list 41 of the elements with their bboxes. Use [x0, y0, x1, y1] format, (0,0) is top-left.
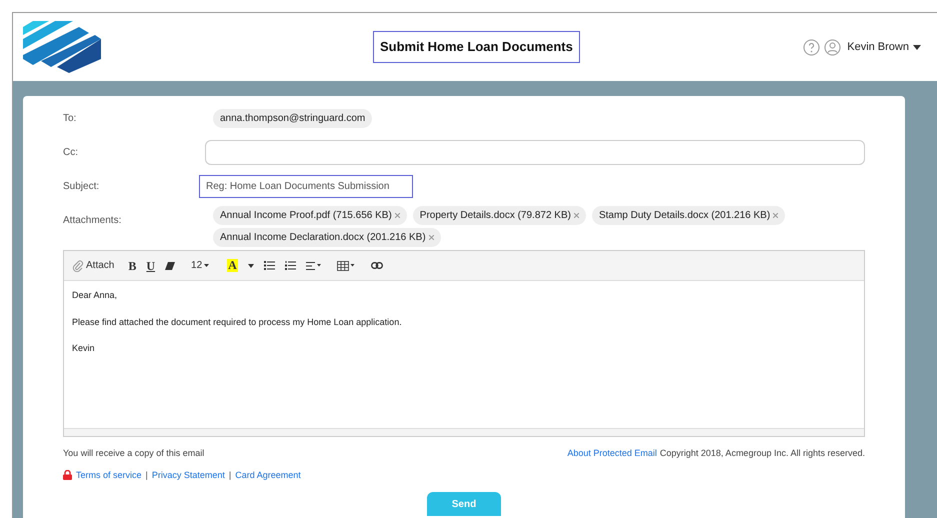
underline-button[interactable]: U: [146, 256, 156, 274]
font-size-button[interactable]: 12: [191, 258, 210, 273]
copyright-text: Copyright 2018, Acmegroup Inc. All rights reserved.: [660, 447, 865, 460]
numbered-list-icon[interactable]: [284, 261, 296, 270]
footer-link[interactable]: Privacy Statement: [152, 468, 225, 482]
copy-note: You will receive a copy of this email: [63, 447, 204, 460]
caret-icon[interactable]: [248, 264, 254, 268]
field-label: Cc:: [63, 146, 79, 160]
field-label: To:: [63, 112, 78, 126]
user-icon[interactable]: [824, 38, 842, 56]
about-link[interactable]: About Protected Email: [567, 447, 657, 460]
table-icon[interactable]: [336, 260, 355, 270]
user-name[interactable]: Kevin Brown: [847, 38, 909, 56]
link-icon[interactable]: [370, 262, 383, 269]
bullet-list-icon[interactable]: [264, 261, 275, 270]
footer-link[interactable]: Card Agreement: [235, 468, 301, 482]
field-label: Attachments:: [63, 214, 122, 228]
attachment-chip[interactable]: Property Details.docx (79.872 KB): [412, 206, 586, 225]
cc-field[interactable]: [205, 140, 865, 164]
lock-icon: [63, 470, 72, 480]
help-icon[interactable]: [803, 38, 820, 56]
logo-icon: [23, 21, 101, 73]
paperclip-icon: [72, 260, 84, 272]
separator: |: [228, 468, 232, 482]
align-icon[interactable]: [306, 262, 321, 270]
caret-icon: [204, 264, 210, 267]
separator: |: [146, 468, 148, 482]
highlight-button[interactable]: A: [227, 259, 238, 272]
footer-link[interactable]: Terms of service: [76, 468, 142, 482]
attachment-chip[interactable]: Stamp Duty Details.docx (201.216 KB): [592, 206, 786, 225]
caret-icon[interactable]: [913, 44, 921, 50]
recipient-chip[interactable]: anna.thompson@stringuard.com: [213, 108, 372, 128]
attach-button[interactable]: Attach: [72, 258, 114, 273]
subject-field[interactable]: Reg: Home Loan Documents Submission: [199, 174, 413, 198]
bold-button[interactable]: B: [128, 256, 136, 274]
page-title: Submit Home Loan Documents: [373, 31, 580, 62]
message-body[interactable]: Dear Anna, Please find attached the document required to process my Home Loan application. Kevin: [64, 281, 864, 428]
attachment-chip[interactable]: Annual Income Proof.pdf (715.656 KB): [213, 206, 407, 225]
field-label: Subject:: [63, 180, 100, 194]
eraser-icon[interactable]: [165, 262, 176, 270]
attachment-chip[interactable]: Annual Income Declaration.docx (201.216 KB): [213, 228, 441, 247]
